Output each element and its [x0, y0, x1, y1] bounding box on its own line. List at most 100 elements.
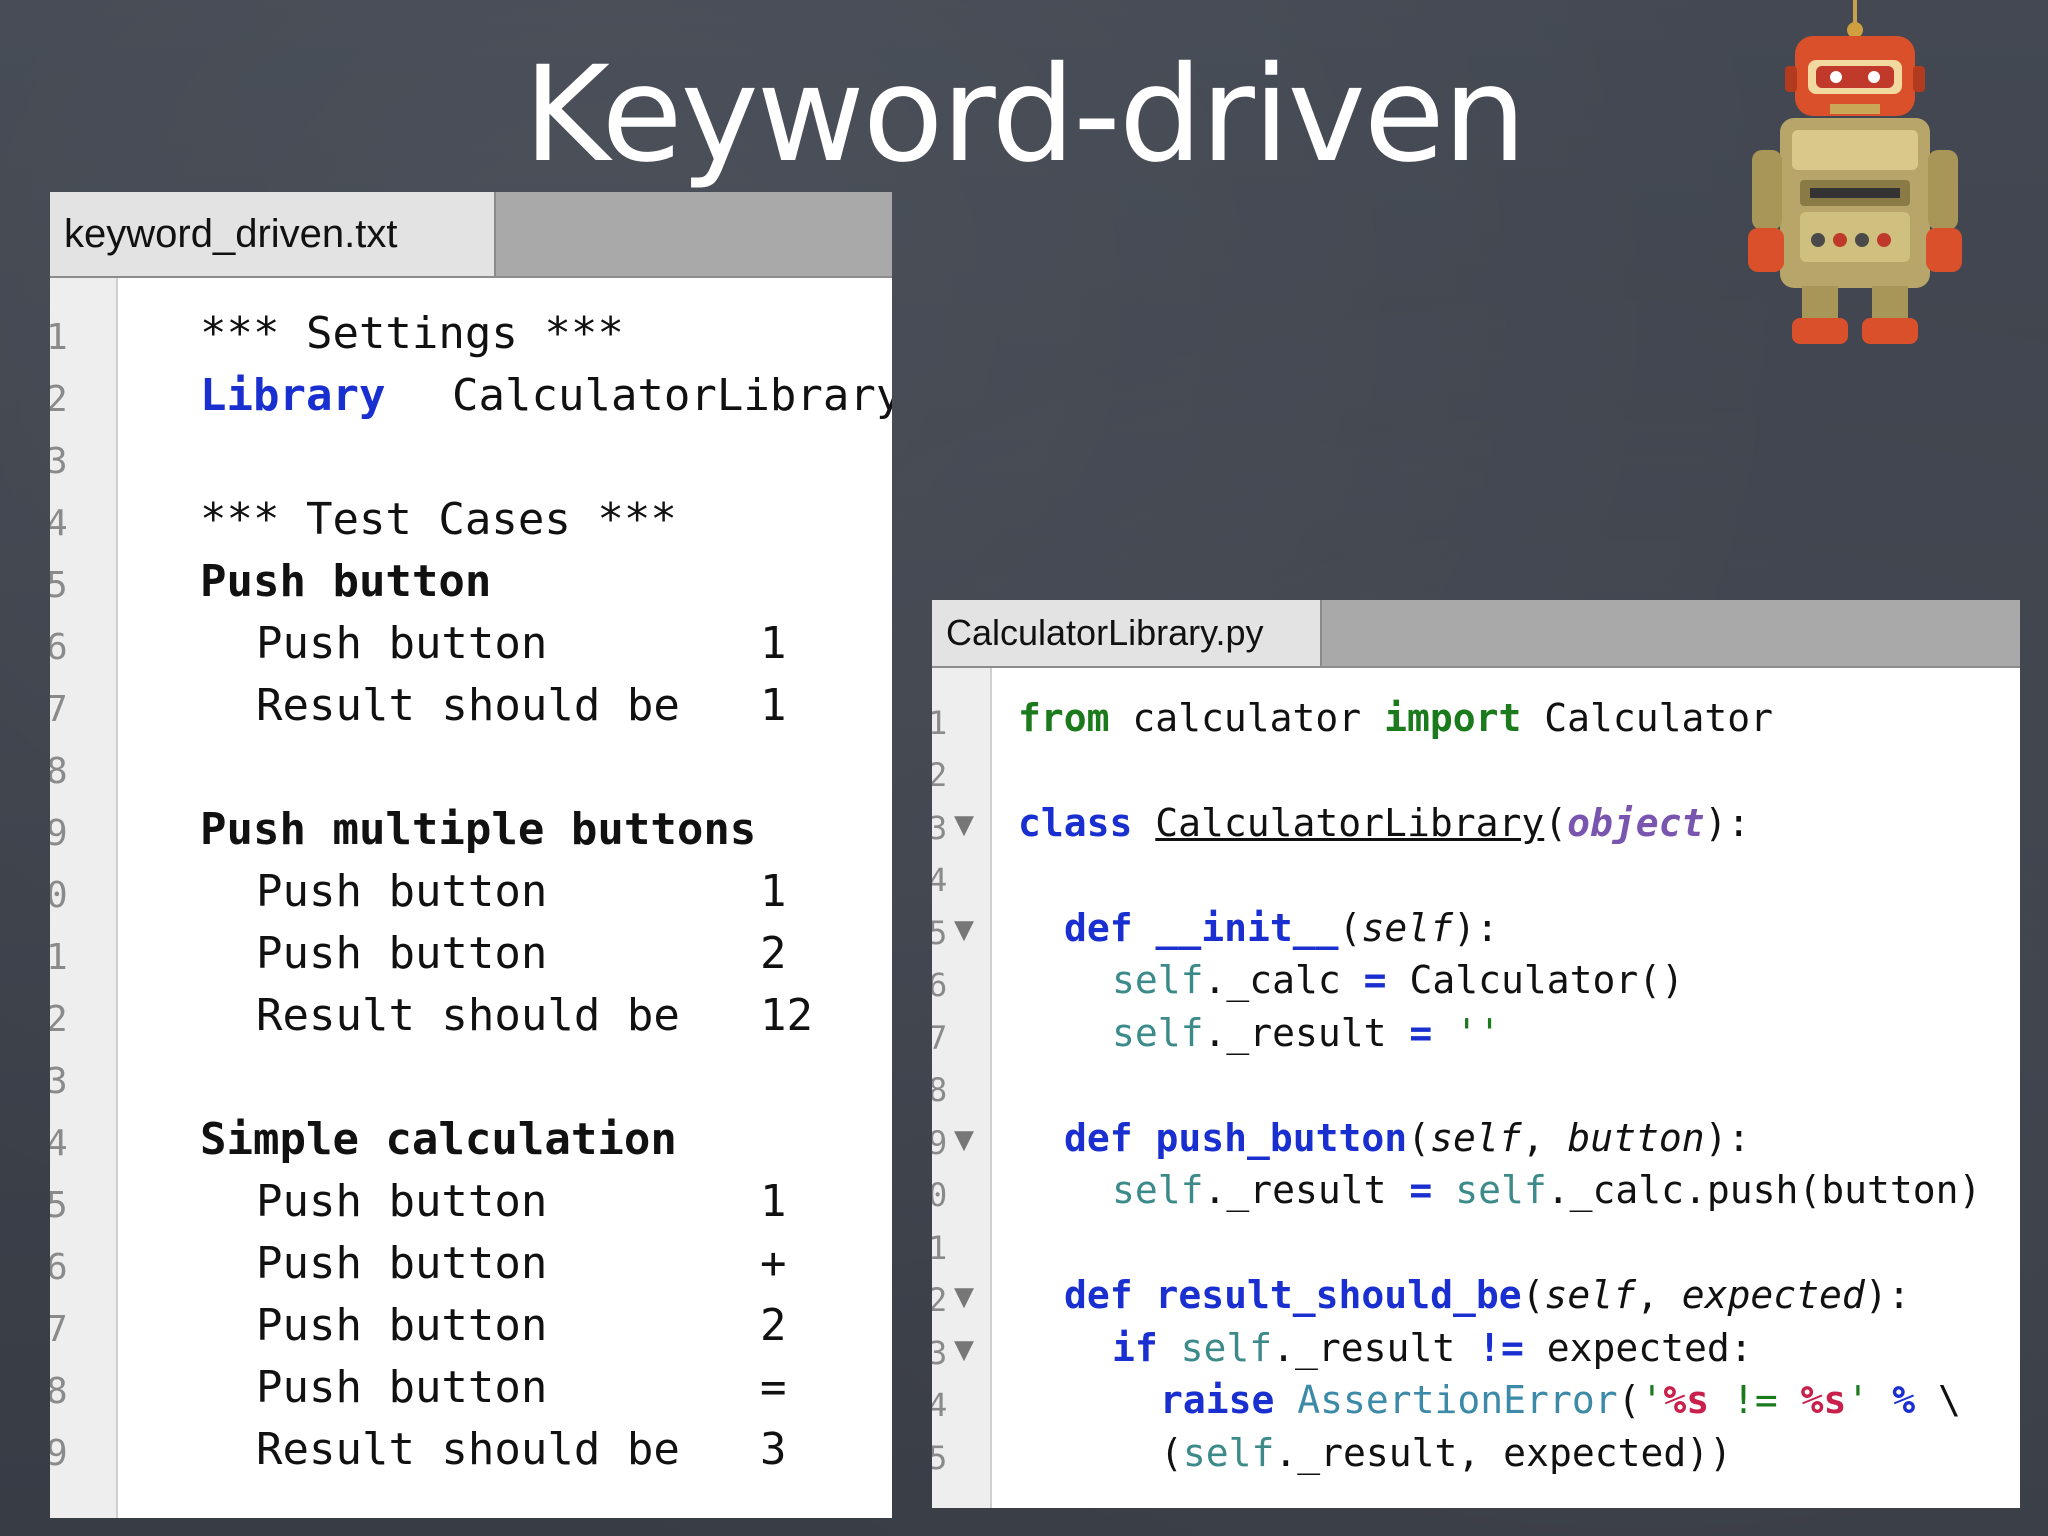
test-case-name: Push multiple buttons: [200, 804, 757, 855]
expr: ._result, expected)): [1274, 1431, 1732, 1475]
step-keyword: Result should be: [256, 680, 680, 731]
test-step: Push button 1: [256, 866, 787, 917]
punct: (: [1160, 1431, 1183, 1475]
robot-illustration: [1748, 0, 1962, 344]
kw-from: from: [1018, 696, 1110, 740]
class-name: CalculatorLibrary: [1155, 801, 1545, 845]
test-cases-header: *** Test Cases ***: [200, 494, 677, 545]
self-ref: self: [1112, 1011, 1204, 1055]
step-keyword: Push button: [256, 866, 548, 917]
test-step: Result should be 1: [256, 680, 787, 731]
line-number: 4: [50, 503, 68, 544]
fold-arrow-icon[interactable]: ▼: [954, 915, 974, 945]
line-number: 8: [50, 1371, 68, 1412]
library-keyword: Library: [200, 370, 386, 421]
self-ref: self: [1180, 1326, 1273, 1370]
line-number: 6: [50, 1247, 68, 1288]
line-number: 2: [932, 756, 948, 794]
python-editor-tabbar: CalculatorLibrary.py: [932, 600, 2020, 668]
code-line-if: if self._result != expected:: [1112, 1326, 1753, 1370]
code-line-def-push-button: def push_button(self, button):: [1064, 1116, 1750, 1160]
test-step: Push button +: [256, 1238, 787, 1289]
fold-arrow-icon[interactable]: ▼: [954, 810, 974, 840]
line-number: 2: [50, 999, 68, 1040]
code-line-def-result-should-be: def result_should_be(self, expected):: [1064, 1273, 1911, 1317]
expr: expected:: [1523, 1326, 1753, 1370]
test-case-name: Push button: [200, 556, 492, 607]
step-argument: +: [760, 1238, 787, 1289]
step-keyword: Result should be: [256, 990, 680, 1041]
settings-header: *** Settings ***: [200, 308, 624, 359]
kw-def: def: [1064, 906, 1133, 950]
module-name: calculator: [1109, 696, 1385, 740]
line-number: 5: [932, 914, 948, 952]
python-editor-gutter: 1 2 3 4 5 6 7 8 9 0 1 2 3 4 5 ▼ ▼ ▼ ▼ ▼: [932, 668, 992, 1508]
attr: ._result: [1203, 1168, 1410, 1212]
step-keyword: Result should be: [256, 1424, 680, 1475]
method-name: __init__: [1155, 906, 1339, 950]
step-keyword: Push button: [256, 1238, 548, 1289]
call: ._calc.push(button): [1546, 1168, 1982, 1212]
method-name: result_should_be: [1155, 1273, 1522, 1317]
step-keyword: Push button: [256, 1300, 548, 1351]
operator: !=: [1478, 1326, 1524, 1370]
test-step: Result should be 12: [256, 990, 813, 1041]
line-number: 1: [50, 937, 68, 978]
punct: (: [1544, 801, 1568, 845]
line-number: 2: [50, 379, 68, 420]
imported-name: Calculator: [1521, 696, 1774, 740]
code-line: (self._result, expected)): [1160, 1431, 1732, 1475]
test-step: Push button 1: [256, 618, 787, 669]
python-code-area[interactable]: from calculator import Calculator class …: [992, 668, 2020, 1508]
step-argument: 1: [760, 1176, 787, 1227]
robot-editor-tabbar: keyword_driven.txt: [50, 192, 892, 278]
self-ref: self: [1455, 1168, 1547, 1212]
punct: (: [1521, 1273, 1545, 1317]
tab-calculatorlibrary-py[interactable]: CalculatorLibrary.py: [932, 600, 1322, 666]
line-number: 7: [50, 1309, 68, 1350]
line-number: 7: [50, 689, 68, 730]
kw-raise: raise: [1160, 1378, 1275, 1422]
line-number: 8: [932, 1071, 948, 1109]
test-step: Push button 1: [256, 1176, 787, 1227]
self-ref: self: [1112, 1168, 1204, 1212]
attr: ._result: [1203, 1011, 1410, 1055]
param: expected: [1681, 1273, 1865, 1317]
kw-def: def: [1064, 1116, 1133, 1160]
punct: ):: [1704, 1116, 1751, 1160]
line-number: 9: [50, 1433, 68, 1474]
param: button: [1567, 1116, 1705, 1160]
operator: =: [1363, 958, 1387, 1002]
punct: (: [1617, 1378, 1641, 1422]
line-number: 4: [932, 861, 948, 899]
param-self: self: [1544, 1273, 1636, 1317]
operator: =: [1409, 1168, 1433, 1212]
step-argument: 1: [760, 618, 787, 669]
format-spec: %s: [1800, 1378, 1847, 1422]
line-continuation: \: [1938, 1378, 1961, 1422]
test-case-name: Simple calculation: [200, 1114, 677, 1165]
line-number: 8: [50, 751, 68, 792]
fold-arrow-icon[interactable]: ▼: [954, 1282, 974, 1312]
line-number: 5: [50, 1185, 68, 1226]
operator: =: [1409, 1011, 1433, 1055]
tab-keyword-driven-txt[interactable]: keyword_driven.txt: [50, 192, 496, 276]
self-ref: self: [1182, 1431, 1275, 1475]
call: Calculator(): [1386, 958, 1684, 1002]
line-number: 5: [50, 565, 68, 606]
kw-import: import: [1384, 696, 1522, 740]
robot-code-area[interactable]: *** Settings *** Library CalculatorLibrar…: [118, 278, 892, 1518]
param-self: self: [1430, 1116, 1522, 1160]
fold-arrow-icon[interactable]: ▼: [954, 1335, 974, 1365]
punct: ):: [1452, 906, 1499, 950]
step-argument: 2: [760, 1300, 787, 1351]
line-number: 7: [932, 1019, 948, 1057]
line-number: 3: [50, 1061, 68, 1102]
operator: %: [1892, 1378, 1916, 1422]
step-argument: 12: [760, 990, 813, 1041]
line-number: 0: [50, 875, 68, 916]
step-keyword: Push button: [256, 1176, 548, 1227]
fold-arrow-icon[interactable]: ▼: [954, 1125, 974, 1155]
attr: ._calc: [1203, 958, 1364, 1002]
test-step: Push button =: [256, 1362, 787, 1413]
